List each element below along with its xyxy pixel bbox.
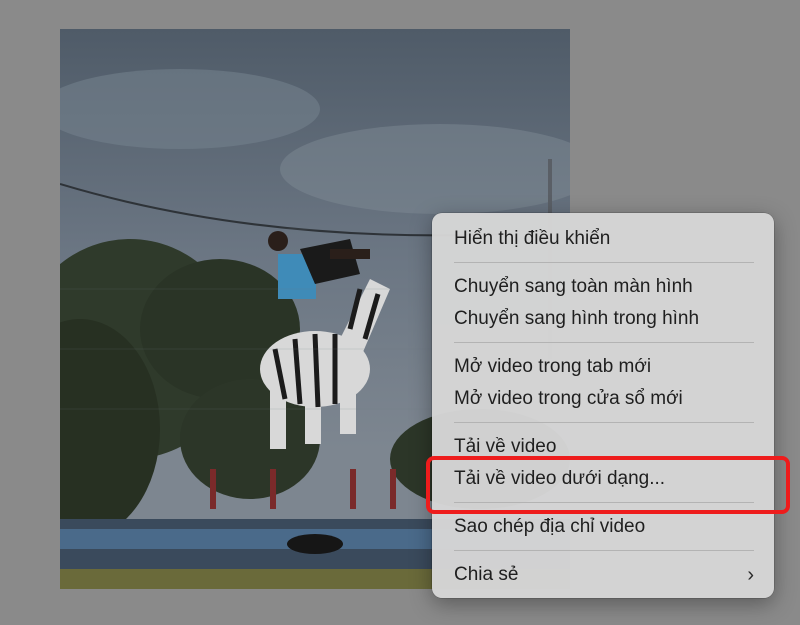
menu-separator [454,422,754,423]
menu-item-download-as[interactable]: Tải về video dưới dạng... [454,464,754,494]
menu-separator [454,502,754,503]
menu-item-download[interactable]: Tải về video [454,432,754,462]
menu-item-share-label: Chia sẻ [454,564,519,585]
menu-item-copy-address[interactable]: Sao chép địa chỉ video [454,512,754,542]
context-menu: Hiển thị điều khiển Chuyển sang toàn màn… [432,213,774,598]
menu-item-fullscreen[interactable]: Chuyển sang toàn màn hình [454,272,754,302]
menu-item-share[interactable]: Chia sẻ › [454,560,754,590]
chevron-right-icon: › [747,564,754,586]
menu-item-open-new-window[interactable]: Mở video trong cửa sổ mới [454,384,754,414]
menu-separator [454,342,754,343]
menu-item-open-new-tab[interactable]: Mở video trong tab mới [454,352,754,382]
menu-separator [454,262,754,263]
menu-item-show-controls[interactable]: Hiển thị điều khiển [454,224,754,254]
menu-item-picture-in-picture[interactable]: Chuyển sang hình trong hình [454,304,754,334]
menu-separator [454,550,754,551]
